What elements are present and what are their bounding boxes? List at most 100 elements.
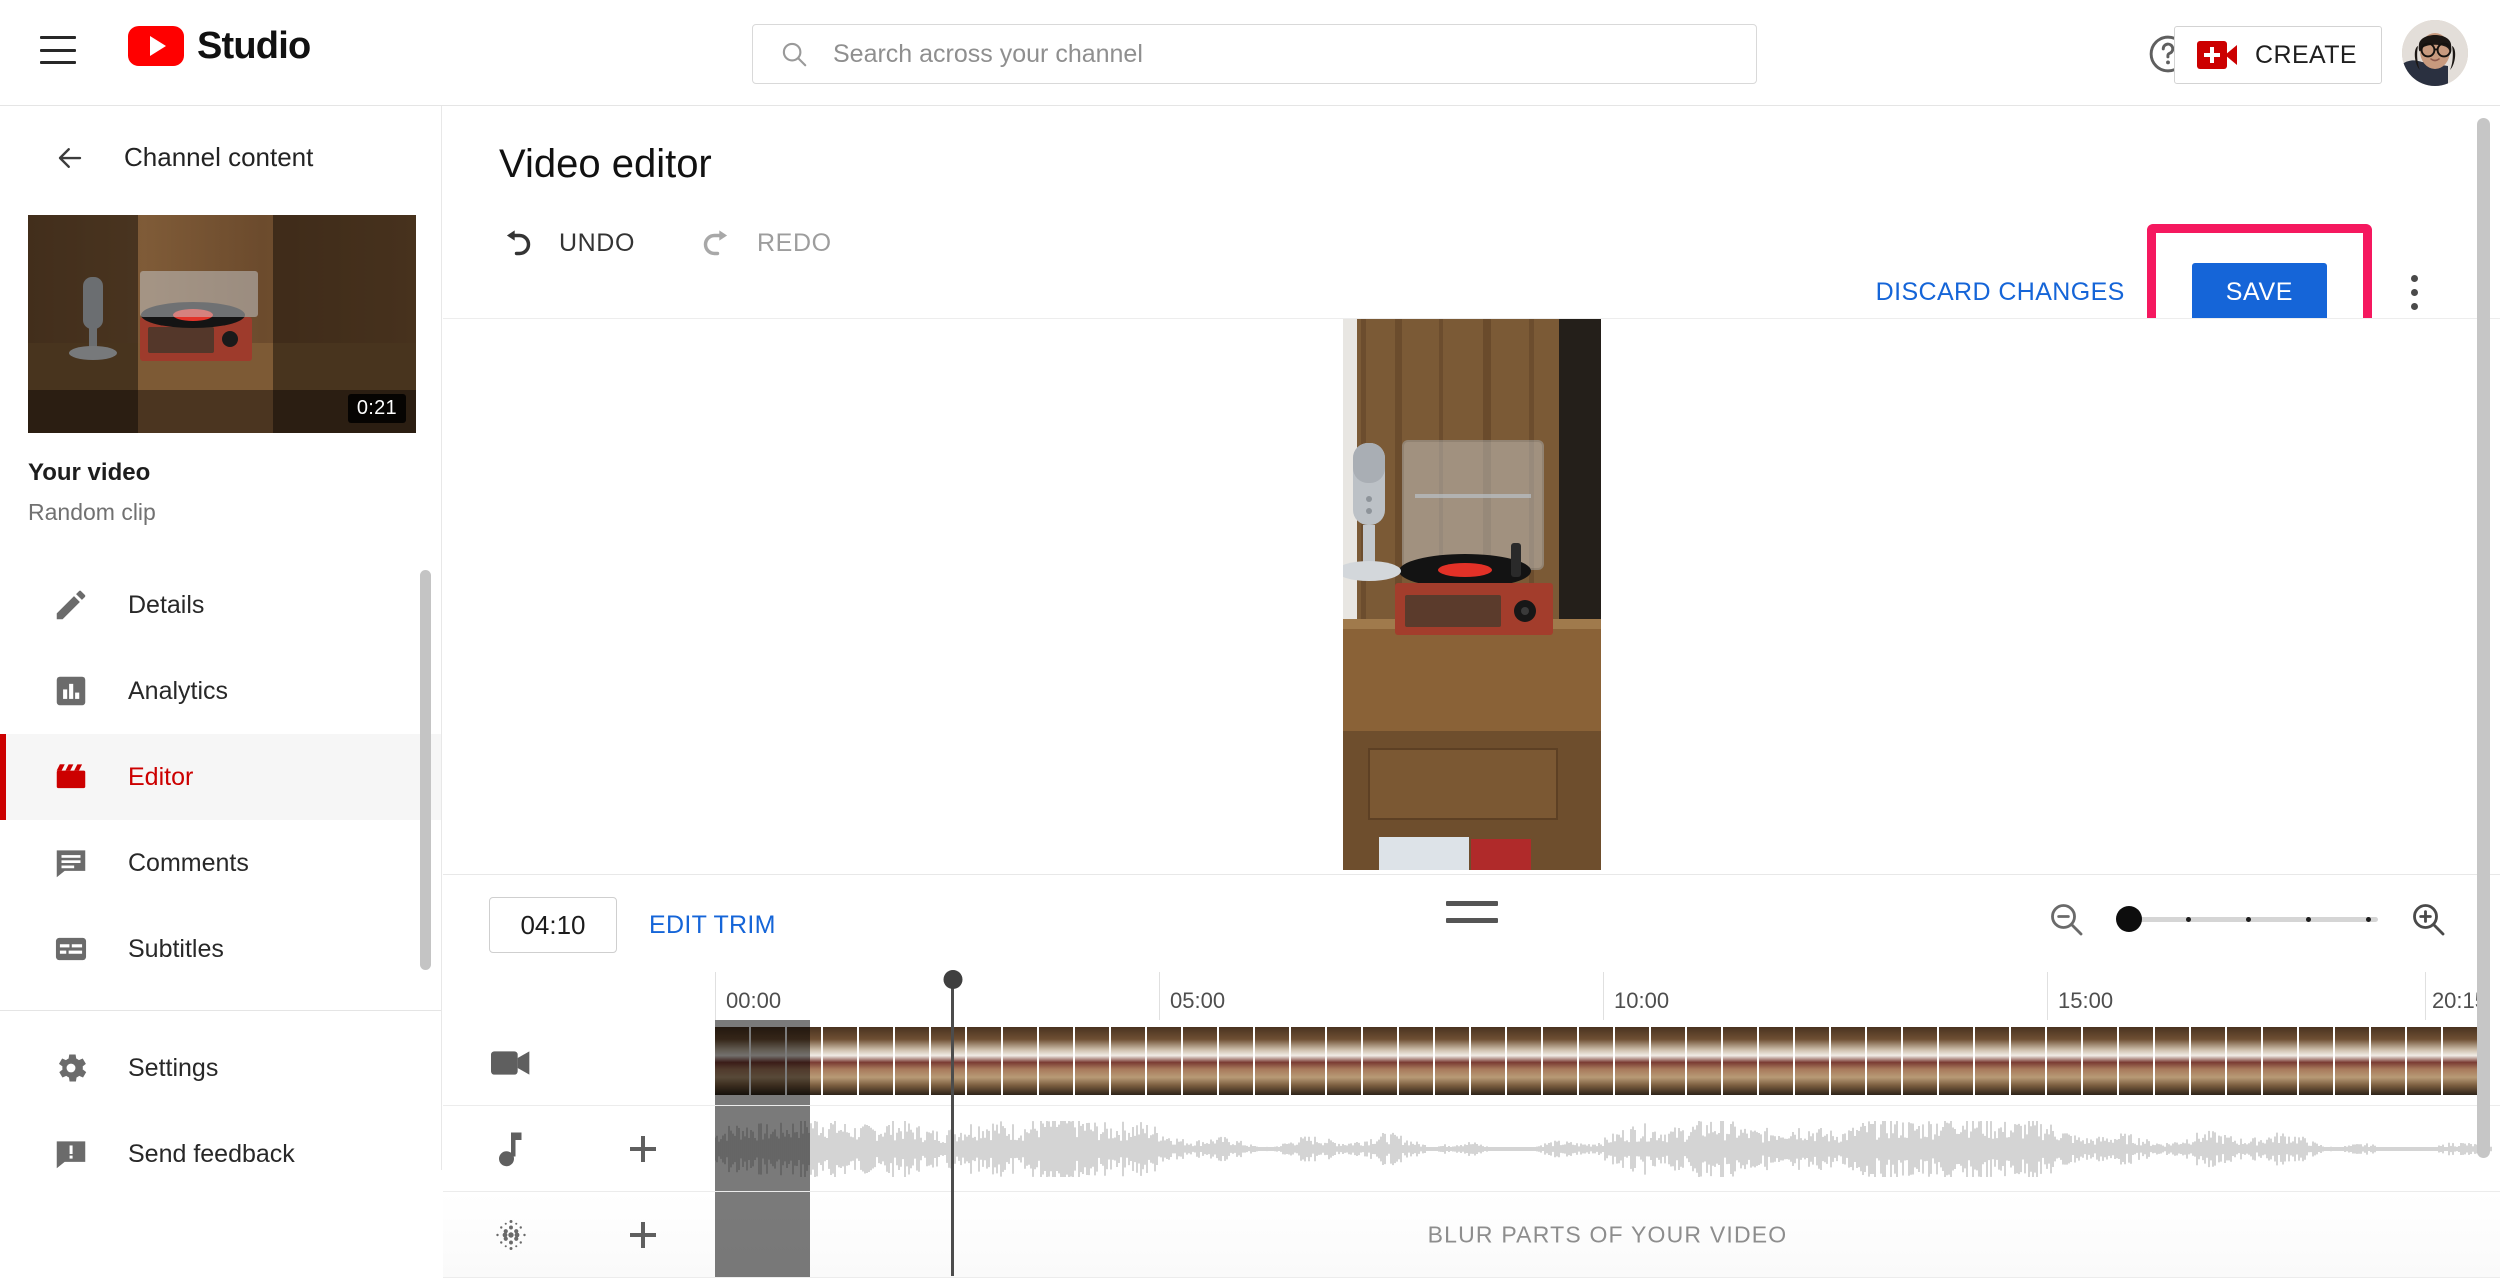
arrow-left-icon bbox=[58, 147, 82, 168]
sidebar: Channel content 0:21 Your video Random c… bbox=[0, 106, 442, 1170]
filmstrip-frame bbox=[2335, 1027, 2369, 1095]
hamburger-line bbox=[40, 36, 76, 39]
filmstrip-frame bbox=[787, 1027, 821, 1095]
filmstrip-frame bbox=[1147, 1027, 1181, 1095]
sidebar-item-editor[interactable]: Editor bbox=[0, 734, 441, 820]
video-camera-plus-icon bbox=[2197, 41, 2238, 69]
search-bar[interactable] bbox=[752, 24, 1757, 84]
filmstrip-frame bbox=[1075, 1027, 1109, 1095]
save-button[interactable]: SAVE bbox=[2191, 263, 2327, 322]
sidebar-item-analytics[interactable]: Analytics bbox=[0, 648, 441, 734]
sidebar-item-label: Editor bbox=[128, 762, 194, 791]
undo-button[interactable]: UNDO bbox=[499, 228, 635, 258]
filmstrip-frame bbox=[1255, 1027, 1289, 1095]
discard-changes-button[interactable]: DISCARD CHANGES bbox=[1860, 266, 2141, 319]
filmstrip-frame bbox=[1759, 1027, 1793, 1095]
filmstrip-frame bbox=[1111, 1027, 1145, 1095]
filmstrip-frame bbox=[2263, 1027, 2297, 1095]
filmstrip-frame bbox=[1939, 1027, 1973, 1095]
clapperboard-icon bbox=[56, 764, 86, 789]
filmstrip-frame bbox=[1615, 1027, 1649, 1095]
ruler-track: 00:00 05:00 10:00 15:00 20:15 bbox=[715, 972, 2500, 1020]
filmstrip-frame bbox=[1975, 1027, 2009, 1095]
back-to-channel-content[interactable]: Channel content bbox=[0, 106, 441, 173]
subtitles-icon bbox=[55, 937, 87, 961]
filmstrip-frame bbox=[1795, 1027, 1829, 1095]
create-button[interactable]: CREATE bbox=[2174, 26, 2382, 84]
main-scrollbar[interactable] bbox=[2477, 118, 2490, 1158]
hamburger-icon[interactable] bbox=[40, 36, 76, 64]
add-blur-button[interactable] bbox=[623, 1215, 663, 1255]
filmstrip-frame bbox=[2011, 1027, 2045, 1095]
top-bar: Studio CREATE bbox=[0, 0, 2500, 106]
track-row: BLUR PARTS OF YOUR VIDEO bbox=[443, 1192, 2500, 1278]
filmstrip-frame bbox=[2299, 1027, 2333, 1095]
video-title: Your video bbox=[28, 459, 151, 486]
filmstrip-frame bbox=[1183, 1027, 1217, 1095]
history-actions: UNDO REDO bbox=[499, 228, 832, 258]
video-meta: Your video Random clip bbox=[0, 433, 441, 526]
filmstrip-frame bbox=[1831, 1027, 1865, 1095]
zoom-in-icon[interactable] bbox=[2408, 899, 2448, 939]
current-time-input[interactable]: 04:10 bbox=[489, 897, 617, 953]
sidebar-item-send-feedback[interactable]: Send feedback bbox=[0, 1111, 441, 1170]
filmstrip-frame bbox=[1867, 1027, 1901, 1095]
zoom-tick bbox=[2186, 916, 2191, 922]
track-row bbox=[443, 1020, 2500, 1106]
audio-track-content[interactable] bbox=[715, 1106, 2500, 1191]
pencil-icon bbox=[56, 590, 86, 620]
zoom-out-icon[interactable] bbox=[2046, 899, 2086, 939]
panel-resize-handle[interactable] bbox=[1445, 901, 1498, 923]
sidebar-scrollbar[interactable] bbox=[420, 570, 431, 970]
zoom-tick bbox=[2306, 916, 2311, 922]
back-label: Channel content bbox=[124, 142, 314, 172]
redo-button[interactable]: REDO bbox=[697, 228, 832, 258]
video-track-content[interactable] bbox=[715, 1020, 2500, 1105]
filmstrip-frame bbox=[2407, 1027, 2441, 1095]
sidebar-item-comments[interactable]: Comments bbox=[0, 820, 441, 906]
zoom-slider-thumb[interactable] bbox=[2116, 906, 2142, 932]
sidebar-nav: Details Analytics Editor Comments Subtit… bbox=[0, 562, 441, 1170]
filmstrip-frame bbox=[1039, 1027, 1073, 1095]
sidebar-item-label: Send feedback bbox=[128, 1139, 295, 1168]
thumbnail-duration: 0:21 bbox=[347, 394, 406, 423]
video-player[interactable] bbox=[1342, 319, 1601, 870]
filmstrip-frame bbox=[751, 1027, 785, 1095]
search-input[interactable] bbox=[831, 38, 1730, 70]
filmstrip-frame bbox=[2371, 1027, 2405, 1095]
track-row bbox=[443, 1106, 2500, 1192]
main-content: Video editor UNDO REDO DISCARD CHANGES S… bbox=[443, 106, 2500, 1278]
filmstrip-frame bbox=[1723, 1027, 1757, 1095]
edit-trim-button[interactable]: EDIT TRIM bbox=[649, 911, 776, 940]
redo-arrow-icon bbox=[703, 230, 728, 256]
kebab-menu-icon[interactable] bbox=[2394, 266, 2434, 320]
play-triangle bbox=[150, 36, 166, 56]
studio-logo[interactable]: Studio bbox=[128, 26, 311, 66]
video-camera-icon bbox=[489, 1041, 533, 1085]
timeline-ruler[interactable]: 00:00 05:00 10:00 15:00 20:15 bbox=[443, 972, 2500, 1020]
sidebar-item-settings[interactable]: Settings bbox=[0, 1025, 441, 1111]
video-thumbnail[interactable]: 0:21 bbox=[28, 215, 416, 433]
filmstrip-frame bbox=[859, 1027, 893, 1095]
search-icon bbox=[782, 42, 807, 67]
music-note-icon bbox=[489, 1127, 533, 1171]
sidebar-item-label: Analytics bbox=[128, 676, 229, 705]
blur-track-content[interactable]: BLUR PARTS OF YOUR VIDEO bbox=[715, 1192, 2500, 1277]
blur-track-hint: BLUR PARTS OF YOUR VIDEO bbox=[1427, 1221, 1788, 1247]
video-subtitle: Random clip bbox=[28, 499, 156, 525]
timeline-toolbar: 04:10 EDIT TRIM bbox=[443, 874, 2500, 972]
zoom-slider[interactable] bbox=[2116, 906, 2378, 932]
add-audio-button[interactable] bbox=[623, 1129, 663, 1169]
filmstrip-frame bbox=[1651, 1027, 1685, 1095]
sidebar-item-subtitles[interactable]: Subtitles bbox=[0, 906, 441, 992]
filmstrip-frame bbox=[1687, 1027, 1721, 1095]
ruler-tick: 10:00 bbox=[1603, 972, 1669, 1020]
blur-dots-icon bbox=[489, 1213, 533, 1257]
sidebar-item-label: Comments bbox=[128, 848, 249, 877]
timeline-zoom-control bbox=[2046, 899, 2448, 939]
sidebar-item-details[interactable]: Details bbox=[0, 562, 441, 648]
filmstrip-frame bbox=[1327, 1027, 1361, 1095]
filmstrip-frame bbox=[2155, 1027, 2189, 1095]
avatar[interactable] bbox=[2402, 20, 2468, 86]
filmstrip-frame bbox=[823, 1027, 857, 1095]
